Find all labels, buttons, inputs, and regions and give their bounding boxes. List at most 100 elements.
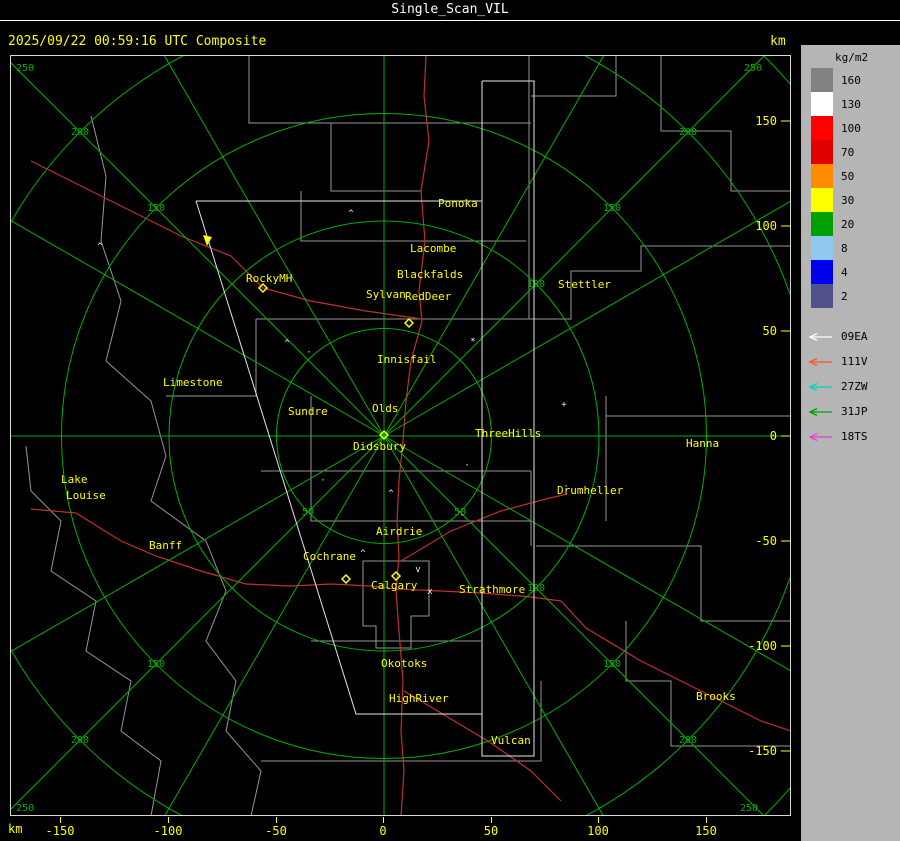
azimuth-line	[164, 435, 385, 815]
station-mark: ·	[459, 511, 464, 521]
bottom-axis-unit: km	[8, 822, 23, 836]
right-axis-label: -150	[748, 744, 777, 758]
city-label: Sundre	[288, 405, 328, 418]
city-label: Lake	[61, 473, 88, 486]
range-label: 50	[302, 507, 314, 518]
bottom-axis-tick	[168, 817, 169, 823]
range-label: 100	[527, 279, 545, 290]
city-label: Stettler	[558, 278, 611, 291]
station-mark: ·	[320, 476, 325, 486]
color-scale-row: 20	[811, 212, 900, 236]
station-mark: ·	[563, 482, 568, 492]
color-swatch	[811, 236, 833, 260]
right-axis-label: 0	[770, 429, 777, 443]
radar-legend-row: 18TS	[807, 424, 900, 449]
city-label: RedDeer	[405, 290, 452, 303]
right-axis-label: -100	[748, 639, 777, 653]
bottom-axis-label: 100	[587, 824, 609, 838]
radar-legend-row: 31JP	[807, 399, 900, 424]
legend-panel: kg/m2 160 130 100 70 50 30 20 8 4 2 09EA 111V 27ZW 3…	[801, 45, 900, 841]
color-swatch	[811, 140, 833, 164]
station-mark: v	[415, 565, 420, 575]
radar-map-display[interactable]: 250 200 150 100 150 200 250 50 150 200 250 50 100 150…	[10, 55, 791, 816]
color-swatch	[811, 284, 833, 308]
municipal-boundary	[536, 545, 790, 622]
radar-site-diamond	[340, 573, 352, 585]
bottom-axis-tick	[706, 817, 707, 823]
city-label: ThreeHills	[475, 427, 541, 440]
city-label: Cochrane	[303, 550, 356, 563]
city-label: Louise	[66, 489, 106, 502]
bottom-axis-label: 150	[695, 824, 717, 838]
range-label: 200	[71, 735, 89, 746]
right-axis-label: 100	[755, 219, 777, 233]
radar-id-label: 27ZW	[841, 380, 868, 393]
range-label: 200	[679, 127, 697, 138]
color-swatch	[811, 116, 833, 140]
color-swatch	[811, 212, 833, 236]
range-label: 250	[744, 63, 762, 74]
bottom-axis-label: 50	[483, 824, 499, 838]
pointer-arrow-icon	[203, 235, 212, 246]
range-label: 150	[603, 203, 621, 214]
radar-map-svg: 250 200 150 100 150 200 250 50 150 200 250 50 100 150…	[11, 56, 790, 815]
bottom-axis-label: -150	[45, 824, 75, 838]
range-label: 250	[16, 803, 34, 814]
azimuth-line	[383, 435, 790, 671]
station-mark: ^	[360, 549, 366, 559]
city-label: Olds	[372, 402, 399, 415]
color-scale-row: 8	[811, 236, 900, 260]
radar-app-window: { "window": { "title": "Single_Scan_VIL"…	[0, 0, 900, 841]
color-scale-row: 50	[811, 164, 900, 188]
city-label: Hanna	[686, 437, 719, 450]
radar-legend-row: 111V	[807, 349, 900, 374]
station-mark: +	[561, 400, 567, 410]
station-mark: ^	[348, 209, 354, 219]
station-mark: ·	[464, 461, 469, 471]
radar-arrow-icon	[808, 332, 832, 341]
bottom-axis-tick	[60, 817, 61, 823]
color-swatch	[811, 164, 833, 188]
color-scale-row: 70	[811, 140, 900, 164]
radar-id-label: 111V	[841, 355, 868, 368]
city-label: Didsbury	[353, 440, 406, 453]
range-label: 250	[740, 803, 758, 814]
station-mark: x	[427, 587, 433, 597]
bottom-axis-tick	[491, 817, 492, 823]
radar-arrow-icon	[808, 432, 832, 441]
color-swatch	[811, 188, 833, 212]
radar-arrow-icon	[808, 382, 832, 391]
highway	[30, 160, 423, 320]
city-label: Banff	[149, 539, 182, 552]
municipal-boundary	[330, 123, 421, 192]
range-label: 250	[16, 63, 34, 74]
bottom-axis-label: -100	[153, 824, 183, 838]
radar-legend-row: 09EA	[807, 324, 900, 349]
color-swatch	[811, 68, 833, 92]
color-scale-value: 30	[841, 193, 855, 207]
range-label: 200	[679, 735, 697, 746]
color-scale-value: 8	[841, 241, 848, 255]
radar-legend-row: 27ZW	[807, 374, 900, 399]
municipal-boundary	[248, 56, 531, 124]
station-mark: ^	[97, 242, 103, 252]
station-mark: *	[470, 337, 475, 347]
color-scale-row: 30	[811, 188, 900, 212]
color-swatch	[811, 92, 833, 116]
color-scale-value: 100	[841, 121, 861, 135]
azimuth-line	[11, 220, 385, 437]
color-scale-value: 50	[841, 169, 855, 183]
color-scale-value: 130	[841, 97, 861, 111]
station-mark: ^	[284, 339, 290, 349]
bottom-axis-tick	[598, 817, 599, 823]
color-scale-row: 2	[811, 284, 900, 308]
scan-timestamp: 2025/09/22 00:59:16 UTC Composite	[8, 34, 267, 49]
municipal-boundary	[531, 56, 617, 97]
station-mark: ·	[306, 348, 311, 358]
right-axis-label: 50	[763, 324, 777, 338]
color-scale-value: 70	[841, 145, 855, 159]
bottom-axis-tick	[383, 817, 384, 823]
city-label: RockyMH	[246, 272, 292, 285]
city-label: Innisfail	[377, 353, 437, 366]
city-label: Blackfalds	[397, 268, 463, 281]
